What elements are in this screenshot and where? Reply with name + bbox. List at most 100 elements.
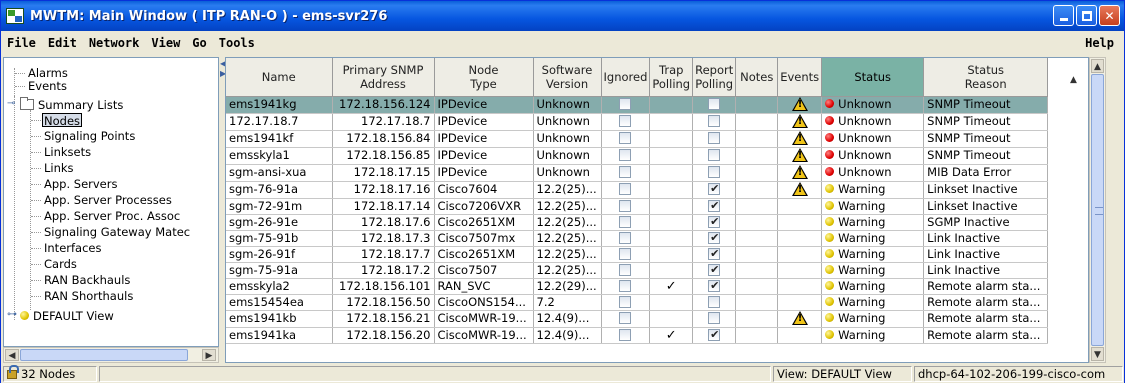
ignored-checkbox[interactable] [619,149,632,161]
column-header-node-type[interactable]: Node Type [434,58,534,97]
report-polling-checkbox[interactable] [708,214,721,229]
table-row[interactable]: sgm-76-91a 172.18.17.16 Cisco7604 12.2(25).… [226,181,1049,199]
warning-icon[interactable] [791,147,808,162]
ignored-checkbox[interactable] [619,328,632,341]
ignored-checkbox[interactable] [619,115,632,127]
ignored-checkbox[interactable] [619,247,632,260]
report-polling-checkbox[interactable] [708,181,721,196]
report-polling-checkbox[interactable] [708,312,721,324]
column-header-status[interactable]: Status [821,58,925,97]
table-row[interactable]: 172.17.18.7172.17.18.7IPDeviceUnknownUnk… [226,113,1049,131]
ignored-checkbox[interactable] [619,279,632,292]
menu-edit[interactable]: Edit [42,36,83,50]
ignored-checkbox[interactable] [619,132,632,144]
collapse-icon[interactable]: ⊸ [7,98,15,109]
warning-icon[interactable] [791,130,808,145]
tree-item-linksets[interactable]: Linksets [44,145,91,159]
maximize-button[interactable] [1076,5,1097,26]
tree-item-cards[interactable]: Cards [44,257,77,271]
ignored-checkbox[interactable] [619,263,632,276]
table-row[interactable]: sgm-26-91f 172.18.17.7 Cisco2651XM 12.2(25)… [226,246,1049,263]
tree-item-app-servers[interactable]: App. Servers [44,177,117,191]
menu-network[interactable]: Network [83,36,146,50]
table-row[interactable]: emsskyla1172.18.156.85IPDeviceUnknownUnk… [226,147,1049,165]
table-row[interactable]: ems1941kg172.18.156.124IPDeviceUnknownUn… [226,96,1049,114]
warning-icon[interactable] [791,181,808,196]
ignored-checkbox[interactable] [619,199,632,212]
close-button[interactable]: ✕ [1099,5,1120,26]
tree-item-links[interactable]: Links [44,161,74,175]
tree-item-signaling-points[interactable]: Signaling Points [44,129,135,143]
ignored-checkbox[interactable] [619,215,632,228]
table-scroll-up-icon[interactable]: ▲ [1070,75,1077,85]
menu-go[interactable]: Go [186,36,212,50]
ignored-checkbox[interactable] [619,312,632,324]
warning-icon[interactable] [791,96,808,111]
warning-icon[interactable] [791,310,808,325]
scroll-left-icon[interactable]: ◀ [5,349,19,361]
table-row[interactable]: sgm-26-91e 172.18.17.6 Cisco2651XM 12.2(25)… [226,214,1049,231]
tree-item-app-server-proc-assoc[interactable]: App. Server Proc. Assoc [44,209,180,223]
report-polling-checkbox[interactable] [708,230,721,245]
ignored-checkbox[interactable] [619,98,632,110]
report-polling-checkbox[interactable] [708,278,721,293]
table-row[interactable]: ems1941ka 172.18.156.20 CiscoMWR-19... 12.4… [226,327,1049,344]
column-header-ignored[interactable]: Ignored [601,58,651,97]
report-polling-checkbox[interactable] [708,262,721,277]
scroll-right-icon[interactable]: ▶ [202,349,216,361]
column-header-trap-polling[interactable]: Trap Polling [649,58,694,97]
table-row[interactable]: ems1941kb 172.18.156.21 CiscoMWR-19... 12.4… [226,310,1049,328]
column-header-report-polling[interactable]: Report Polling [692,58,737,97]
scroll-down-icon[interactable]: ▼ [1091,347,1104,361]
report-polling-checkbox[interactable] [708,149,721,161]
menu-view[interactable]: View [145,36,186,50]
expand-icon[interactable]: ⊶ [7,309,17,320]
table-row[interactable]: sgm-ansi-xua172.18.17.15IPDeviceUnknownU… [226,164,1049,182]
menu-tools[interactable]: Tools [213,36,261,50]
scroll-thumb[interactable] [20,349,188,361]
tree-item-signaling-gateway[interactable]: Signaling Gateway Matec [44,225,190,239]
tree-item-interfaces[interactable]: Interfaces [44,241,101,255]
table-row[interactable]: emsskyla2 172.18.156.101 RAN_SVC 12.2(29)..… [226,278,1049,295]
tree-item-events[interactable]: Events [28,79,67,93]
report-polling-checkbox[interactable] [708,198,721,213]
title-bar[interactable]: MWTM: Main Window ( ITP RAN-O ) - ems-sv… [1,1,1124,31]
warning-icon[interactable] [791,164,808,179]
report-polling-checkbox[interactable] [708,295,721,308]
tree-item-ran-backhauls[interactable]: RAN Backhauls [44,273,130,287]
ignored-checkbox[interactable] [619,295,632,308]
tree-item-default-view[interactable]: DEFAULT View [20,309,114,323]
column-header-notes[interactable]: Notes [735,58,779,97]
report-polling-checkbox[interactable] [708,327,721,342]
menu-file[interactable]: File [1,36,42,50]
table-vertical-scrollbar[interactable]: ▲ ▼ [1089,57,1106,363]
ignored-checkbox[interactable] [619,166,632,178]
table-row[interactable]: sgm-75-91b 172.18.17.3 Cisco7507mx 12.2(25)… [226,230,1049,247]
ignored-checkbox[interactable] [619,183,632,195]
tree-item-app-server-processes[interactable]: App. Server Processes [44,193,172,207]
scroll-thumb[interactable] [1091,74,1104,346]
report-polling-checkbox[interactable] [708,166,721,178]
tree-item-ran-shorthauls[interactable]: RAN Shorthauls [44,289,133,303]
ignored-checkbox[interactable] [619,231,632,244]
column-header-name[interactable]: Name [226,58,333,97]
report-polling-checkbox[interactable] [708,115,721,127]
tree-horizontal-scrollbar[interactable]: ◀ ▶ [3,347,219,363]
table-row[interactable]: sgm-75-91a 172.18.17.2 Cisco7507 12.2(25)..… [226,262,1049,279]
column-header-snmp-address[interactable]: Primary SNMP Address [332,58,435,97]
tree-item-nodes[interactable]: Nodes [42,113,83,128]
table-row[interactable]: ems1941kf172.18.156.84IPDeviceUnknownUnk… [226,130,1049,148]
column-header-software-version[interactable]: Software Version [533,58,602,97]
report-polling-checkbox[interactable] [708,98,721,110]
tree-item-summary-lists[interactable]: Summary Lists [20,97,123,112]
column-header-status-reason[interactable]: Status Reason [923,58,1049,97]
report-polling-checkbox[interactable] [708,132,721,144]
minimize-button[interactable] [1053,5,1074,26]
table-row[interactable]: ems15454ea 172.18.156.50 CiscoONS154... 7.2… [226,294,1049,311]
report-polling-checkbox[interactable] [708,246,721,261]
tree-item-alarms[interactable]: Alarms [28,66,68,80]
column-header-events[interactable]: Events [777,58,823,97]
scroll-up-icon[interactable]: ▲ [1091,59,1104,73]
menu-help[interactable]: Help [1079,36,1120,50]
table-row[interactable]: sgm-72-91m 172.18.17.14 Cisco7206VXR 12.2(2… [226,198,1049,215]
